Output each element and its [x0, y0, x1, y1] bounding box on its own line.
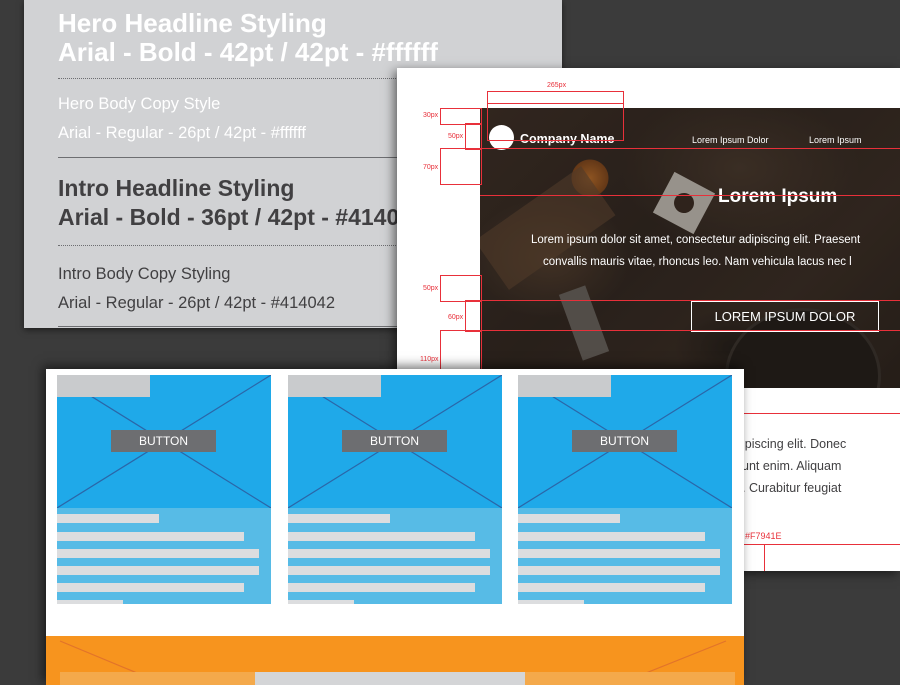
intro-text-line: . Curabitur feugiat: [742, 481, 842, 495]
text-placeholder: [288, 532, 475, 541]
spec-label: 60px: [448, 314, 464, 321]
orange-section: [46, 636, 744, 685]
text-placeholder: [518, 600, 584, 604]
text-placeholder: [57, 583, 244, 592]
accent-hex-label: #F7941E: [745, 531, 782, 541]
intro-headline-spec: Arial - Bold - 36pt / 42pt - #414042: [58, 204, 425, 230]
orange-placeholder-bar: [60, 672, 255, 685]
intro-text-line: ipiscing elit. Donec: [742, 437, 847, 451]
spec-label: 110px: [420, 356, 439, 363]
spec-label: 70px: [423, 164, 439, 171]
intro-text-line: unt enim. Aliquam: [742, 459, 842, 473]
spec-box: [465, 123, 482, 150]
text-placeholder: [518, 514, 620, 523]
spec-label: 50px: [423, 285, 439, 292]
text-placeholder: [518, 583, 705, 592]
image-placeholder: BUTTON: [57, 375, 271, 508]
wireframe-card: BUTTON: [288, 375, 502, 604]
card-button[interactable]: BUTTON: [342, 430, 447, 452]
text-placeholder: [288, 514, 390, 523]
text-placeholder: [288, 583, 475, 592]
spec-label: 30px: [423, 112, 439, 119]
intro-headline-title: Intro Headline Styling: [58, 175, 295, 201]
wireframe-sheet: BUTTON BUTTON BUTTON: [46, 369, 744, 685]
text-placeholder: [57, 549, 259, 558]
card-button[interactable]: BUTTON: [572, 430, 677, 452]
text-placeholder: [518, 549, 720, 558]
image-placeholder: BUTTON: [518, 375, 732, 508]
tab-placeholder: [288, 375, 381, 397]
tab-placeholder: [518, 375, 611, 397]
hero-body-line: Lorem ipsum dolor sit amet, consectetur …: [531, 234, 861, 246]
text-placeholder: [518, 566, 720, 575]
text-placeholder: [288, 566, 490, 575]
orange-placeholder-bar: [255, 672, 525, 685]
spec-box: [487, 91, 624, 141]
spec-box: [440, 148, 482, 185]
text-placeholder: [57, 600, 123, 604]
hero-body-title: Hero Body Copy Style: [58, 95, 221, 113]
intro-body-spec: Arial - Regular - 26pt / 42pt - #414042: [58, 294, 335, 312]
spec-box: [465, 300, 482, 332]
wireframe-card: BUTTON: [518, 375, 732, 604]
card-button[interactable]: BUTTON: [111, 430, 216, 452]
spec-box: [440, 275, 482, 302]
spec-line: [480, 330, 900, 331]
spec-line: [480, 195, 900, 196]
hero-headline-title: Hero Headline Styling: [58, 8, 327, 38]
wireframe-card: BUTTON: [57, 375, 271, 604]
text-placeholder: [288, 600, 354, 604]
spec-line: [764, 544, 765, 571]
spec-line: [740, 413, 900, 414]
spec-line: [480, 148, 900, 149]
text-placeholder: [518, 532, 705, 541]
nav-item-lorem-ipsum-dolor[interactable]: Lorem Ipsum Dolor: [692, 135, 769, 145]
hero-banner: Company Name Lorem Ipsum Dolor Lorem Ips…: [480, 108, 900, 388]
hero-headline: Lorem Ipsum: [718, 186, 838, 207]
hero-body-line: convallis mauris vitae, rhoncus leo. Nam…: [543, 256, 852, 268]
text-placeholder: [288, 549, 490, 558]
hero-headline-spec: Arial - Bold - 42pt / 42pt - #ffffff: [58, 37, 438, 67]
hero-cta-button[interactable]: LOREM IPSUM DOLOR: [691, 301, 879, 332]
intro-body-title: Intro Body Copy Styling: [58, 265, 231, 283]
tab-placeholder: [57, 375, 150, 397]
text-placeholder: [57, 514, 159, 523]
image-placeholder: BUTTON: [288, 375, 502, 508]
nav-item-lorem-ipsum[interactable]: Lorem Ipsum: [809, 135, 862, 145]
spec-label: 265px: [547, 82, 567, 89]
spec-line: [480, 300, 900, 301]
text-placeholder: [57, 532, 244, 541]
spec-label: 50px: [448, 133, 464, 140]
hero-body-spec: Arial - Regular - 26pt / 42pt - #ffffff: [58, 124, 306, 142]
orange-placeholder-bar: [525, 672, 735, 685]
text-placeholder: [57, 566, 259, 575]
